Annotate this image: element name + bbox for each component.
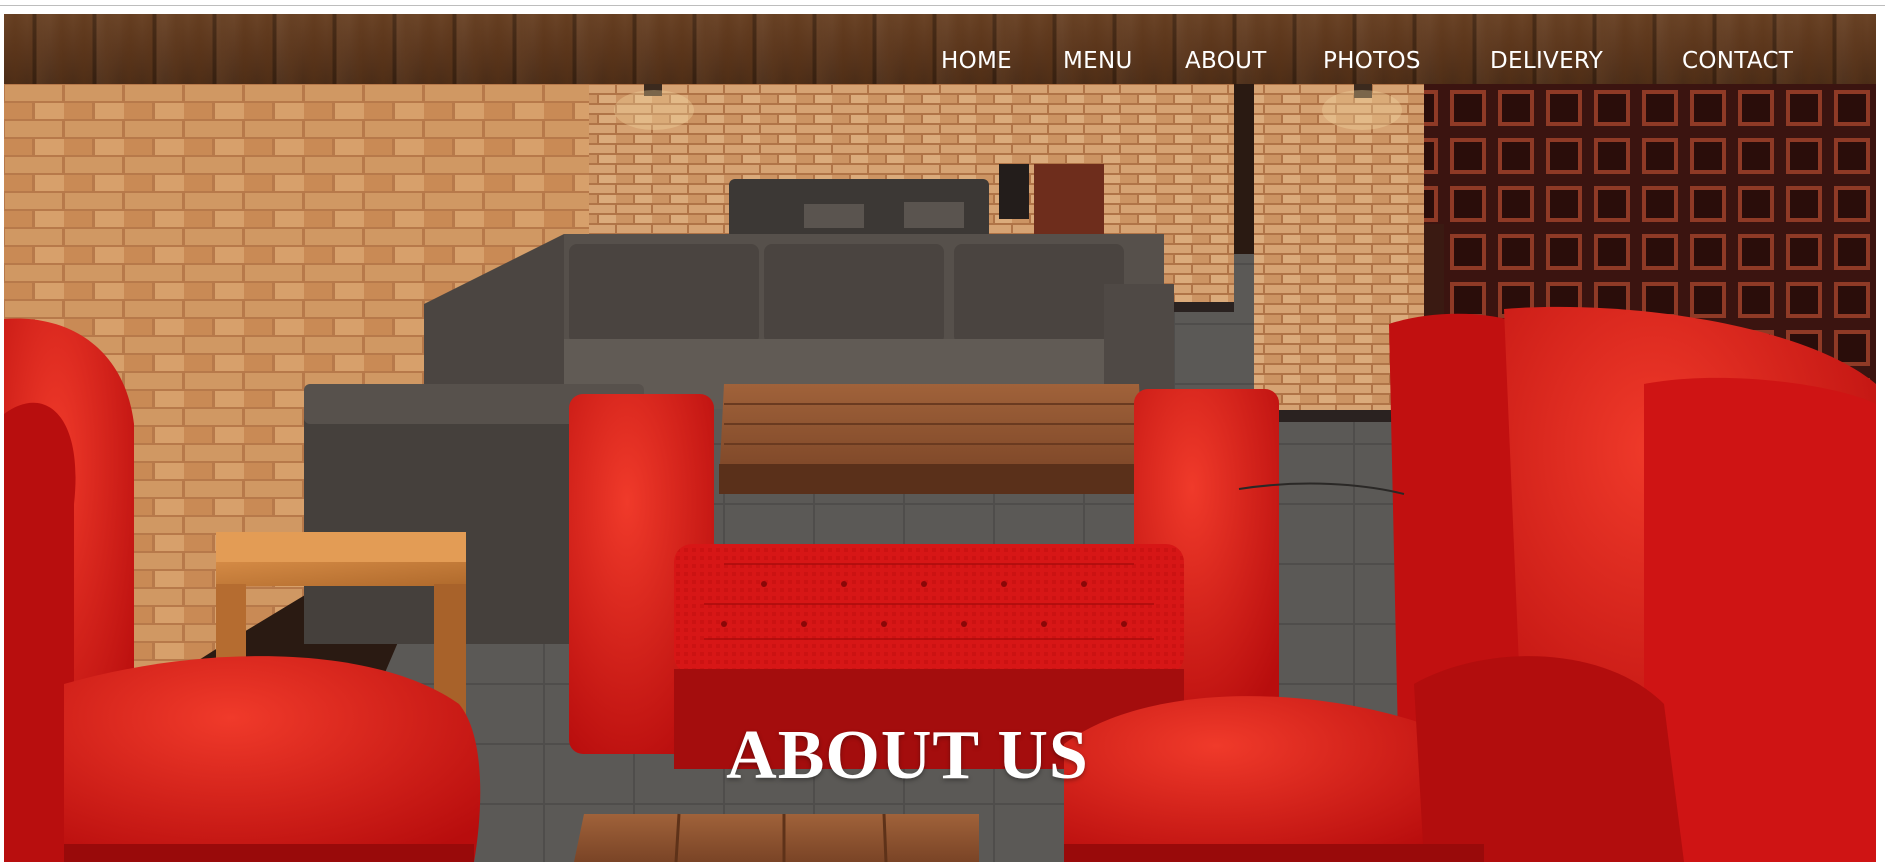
top-rule bbox=[0, 5, 1885, 6]
nav-photos-link[interactable]: PHOTOS bbox=[1323, 48, 1421, 74]
nav-about-link[interactable]: ABOUT bbox=[1185, 48, 1267, 74]
nav-list: HOME MENU ABOUT PHOTOS DELIVERY CONTACT bbox=[4, 48, 1876, 76]
navbar: HOME MENU ABOUT PHOTOS DELIVERY CONTACT bbox=[4, 14, 1876, 84]
nav-menu-link[interactable]: MENU bbox=[1063, 48, 1133, 74]
page-frame: HOME MENU ABOUT PHOTOS DELIVERY CONTACT bbox=[4, 14, 1876, 862]
hero-title: ABOUT US bbox=[726, 717, 1089, 794]
nav-delivery-link[interactable]: DELIVERY bbox=[1490, 48, 1603, 74]
hero-banner: ABOUT US bbox=[4, 84, 1876, 862]
nav-contact-link[interactable]: CONTACT bbox=[1682, 48, 1793, 74]
nav-home-link[interactable]: HOME bbox=[941, 48, 1012, 74]
